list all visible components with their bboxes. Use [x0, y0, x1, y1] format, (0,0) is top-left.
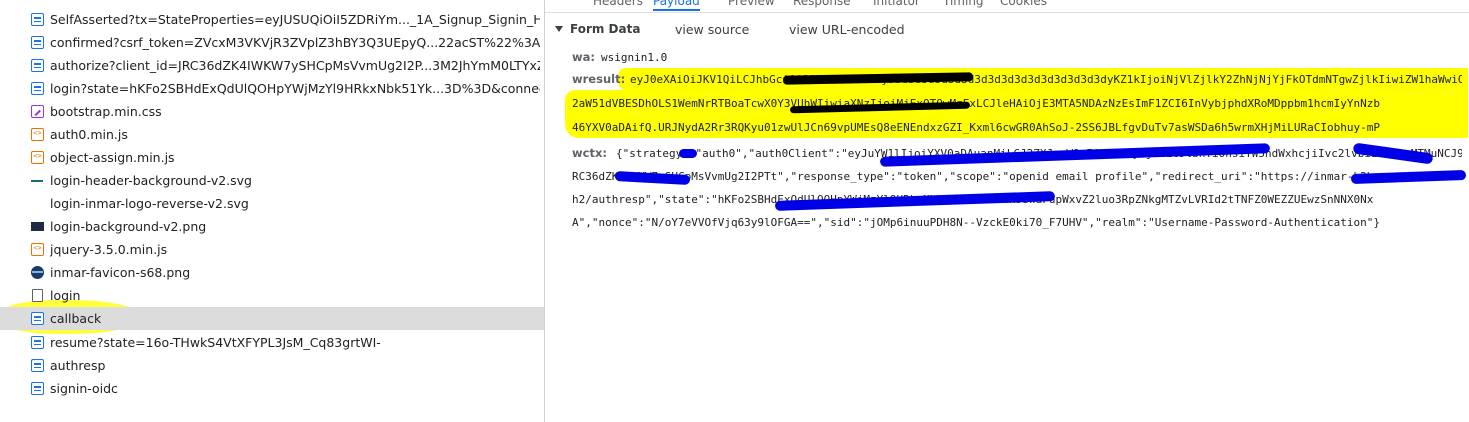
- request-row[interactable]: <> object-assign.min.js: [0, 146, 544, 169]
- request-name: jquery-3.5.0.min.js: [50, 242, 168, 257]
- request-row[interactable]: signin-oidc: [0, 377, 544, 400]
- request-name: authorize?client_id=JRC36dZK4IWKW7ySHCpM…: [50, 58, 540, 73]
- request-row[interactable]: authorize?client_id=JRC36dZK4IWKW7ySHCpM…: [0, 54, 544, 77]
- wresult-line: 2aW51dVBESDhOLS1WemNrRTBoaTcwX0Y3VUhWIiw…: [572, 97, 1380, 110]
- form-data-section-header[interactable]: Form Data: [555, 22, 640, 36]
- request-name: login-background-v2.png: [50, 219, 207, 234]
- document-icon: [31, 13, 44, 26]
- request-name: callback: [50, 311, 102, 326]
- request-name: object-assign.min.js: [50, 150, 175, 165]
- document-icon: [31, 36, 44, 49]
- request-row[interactable]: SelfAsserted?tx=StateProperties=eyJUSUQi…: [0, 8, 544, 31]
- request-name: login-header-background-v2.svg: [50, 173, 252, 188]
- request-name: authresp: [50, 358, 106, 373]
- js-file-icon: <>: [31, 128, 44, 141]
- form-field-wresult: wresult:: [572, 72, 631, 86]
- field-value: wsignin1.0: [600, 51, 668, 64]
- request-name: SelfAsserted?tx=StateProperties=eyJUSUQi…: [50, 12, 540, 27]
- wctx-line: RC36dZK4IWKW7ySHCpMsVvmUg2I2PTt","respon…: [572, 170, 1462, 183]
- field-key: wa:: [572, 50, 595, 64]
- request-row[interactable]: login: [0, 284, 544, 307]
- section-title: Form Data: [570, 22, 641, 36]
- detail-tab-bar: Headers Payload Preview Response Initiat…: [545, 0, 1469, 13]
- wctx-line: A","nonce":"N/oY7eVVOfVjq63y9lOFGA==","s…: [572, 216, 1380, 229]
- request-name: login: [50, 288, 81, 303]
- redaction-mark: [1352, 142, 1434, 165]
- request-row-selected[interactable]: callback: [0, 307, 544, 330]
- tab-cookies[interactable]: Cookies: [1000, 0, 1047, 8]
- css-file-icon: [31, 105, 44, 118]
- request-row[interactable]: <> jquery-3.5.0.min.js: [0, 238, 544, 261]
- tab-timing[interactable]: Timing: [943, 0, 984, 8]
- js-file-icon: <>: [31, 243, 44, 256]
- request-row[interactable]: bootstrap.min.css: [0, 100, 544, 123]
- request-name: bootstrap.min.css: [50, 104, 162, 119]
- image-file-icon: [31, 222, 44, 231]
- request-list: SelfAsserted?tx=StateProperties=eyJUSUQi…: [0, 0, 544, 422]
- request-name: login-inmar-logo-reverse-v2.svg: [50, 196, 249, 211]
- wresult-line: 46YXV0aDAifQ.URJNydA2Rr3RQKyu01zwUlJCn69…: [572, 121, 1380, 134]
- document-icon: [31, 382, 44, 395]
- document-icon: [31, 359, 44, 372]
- request-row[interactable]: login-background-v2.png: [0, 215, 544, 238]
- redaction-mark: [679, 149, 697, 158]
- chevron-down-icon: [555, 26, 563, 32]
- form-field-wctx: wctx:: [572, 146, 613, 160]
- tab-initiator[interactable]: Initiator: [873, 0, 920, 8]
- request-name: auth0.min.js: [50, 127, 128, 142]
- document-icon: [31, 82, 44, 95]
- field-key: wctx:: [572, 146, 607, 160]
- page-icon: [32, 289, 43, 302]
- tab-headers[interactable]: Headers: [593, 0, 643, 8]
- request-name: confirmed?csrf_token=ZVcxM3VKVjR3ZVplZ3h…: [50, 35, 540, 50]
- view-url-encoded-link[interactable]: view URL-encoded: [789, 22, 905, 37]
- request-row[interactable]: login-inmar-logo-reverse-v2.svg: [0, 192, 544, 215]
- field-key: wresult:: [572, 72, 626, 86]
- request-row[interactable]: <> auth0.min.js: [0, 123, 544, 146]
- request-row[interactable]: inmar-favicon-s68.png: [0, 261, 544, 284]
- request-row[interactable]: confirmed?csrf_token=ZVcxM3VKVjR3ZVplZ3h…: [0, 31, 544, 54]
- request-name: login?state=hKFo2SBHdExQdUlQOHpYWjMzYl9H…: [50, 81, 540, 96]
- globe-icon: [31, 266, 44, 279]
- request-name: signin-oidc: [50, 381, 118, 396]
- svg-file-icon: [31, 180, 43, 182]
- request-name: inmar-favicon-s68.png: [50, 265, 191, 280]
- document-icon: [31, 59, 44, 72]
- form-field-wa: wa: wsignin1.0: [572, 50, 667, 64]
- js-file-icon: <>: [31, 151, 44, 164]
- request-name: resume?state=16o-THwkS4VtXFYPL3JsM_Cq83g…: [50, 335, 381, 350]
- view-source-link[interactable]: view source: [675, 22, 749, 37]
- request-row[interactable]: authresp: [0, 354, 544, 377]
- payload-panel: Headers Payload Preview Response Initiat…: [545, 0, 1469, 422]
- tab-payload[interactable]: Payload: [653, 0, 700, 11]
- tab-response[interactable]: Response: [793, 0, 851, 8]
- request-row[interactable]: login?state=hKFo2SBHdExQdUlQOHpYWjMzYl9H…: [0, 77, 544, 100]
- document-icon: [31, 336, 44, 349]
- request-row[interactable]: login-header-background-v2.svg: [0, 169, 544, 192]
- tab-preview[interactable]: Preview: [728, 0, 775, 8]
- document-icon: [31, 312, 44, 325]
- wresult-line: eyJ0eXAiOiJKV1QiLCJhbGciOiJSUzI1NiJ9.eyJ…: [630, 73, 1462, 86]
- request-row[interactable]: resume?state=16o-THwkS4VtXFYPL3JsM_Cq83g…: [0, 331, 544, 354]
